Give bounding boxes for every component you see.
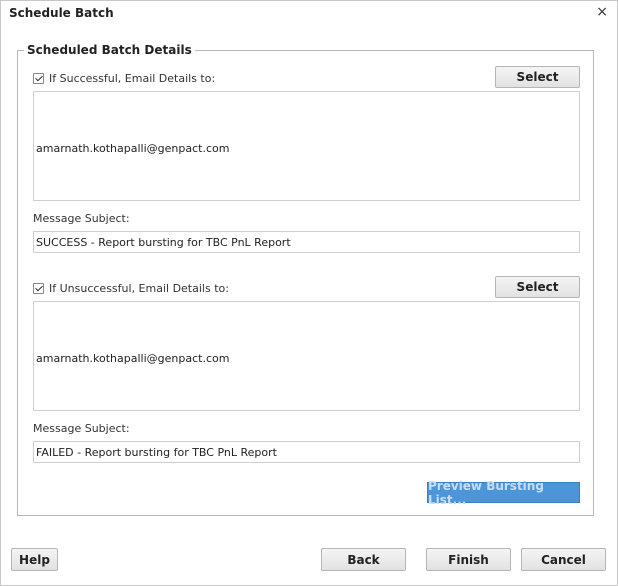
- close-icon[interactable]: ×: [596, 4, 608, 20]
- success-email-list[interactable]: amarnath.kothapalli@genpact.com: [33, 91, 580, 201]
- failure-select-button[interactable]: Select: [495, 276, 580, 298]
- back-button[interactable]: Back: [321, 548, 406, 571]
- failure-checkbox-label: If Unsuccessful, Email Details to:: [49, 282, 229, 295]
- preview-bursting-list-button[interactable]: Preview Bursting List...: [427, 479, 580, 507]
- cancel-button[interactable]: Cancel: [521, 548, 606, 571]
- success-checkbox-label: If Successful, Email Details to:: [49, 72, 216, 85]
- failure-checkbox[interactable]: [33, 283, 44, 294]
- help-button[interactable]: Help: [11, 548, 58, 571]
- failure-checkbox-row[interactable]: If Unsuccessful, Email Details to:: [33, 282, 229, 295]
- dialog-title: Schedule Batch: [9, 6, 114, 20]
- success-checkbox-row[interactable]: If Successful, Email Details to:: [33, 72, 215, 85]
- schedule-batch-dialog: Schedule Batch × Scheduled Batch Details…: [0, 0, 618, 586]
- group-legend: Scheduled Batch Details: [27, 43, 192, 57]
- success-checkbox[interactable]: [33, 73, 44, 84]
- failure-email-item[interactable]: amarnath.kothapalli@genpact.com: [36, 352, 229, 365]
- success-subject-label: Message Subject:: [33, 212, 130, 225]
- failure-subject-label: Message Subject:: [33, 422, 130, 435]
- failure-email-list[interactable]: amarnath.kothapalli@genpact.com: [33, 301, 580, 411]
- success-email-item[interactable]: amarnath.kothapalli@genpact.com: [36, 142, 229, 155]
- success-select-button[interactable]: Select: [495, 66, 580, 88]
- finish-button[interactable]: Finish: [426, 548, 511, 571]
- success-subject-input[interactable]: SUCCESS - Report bursting for TBC PnL Re…: [33, 231, 580, 253]
- failure-subject-input[interactable]: FAILED - Report bursting for TBC PnL Rep…: [33, 441, 580, 463]
